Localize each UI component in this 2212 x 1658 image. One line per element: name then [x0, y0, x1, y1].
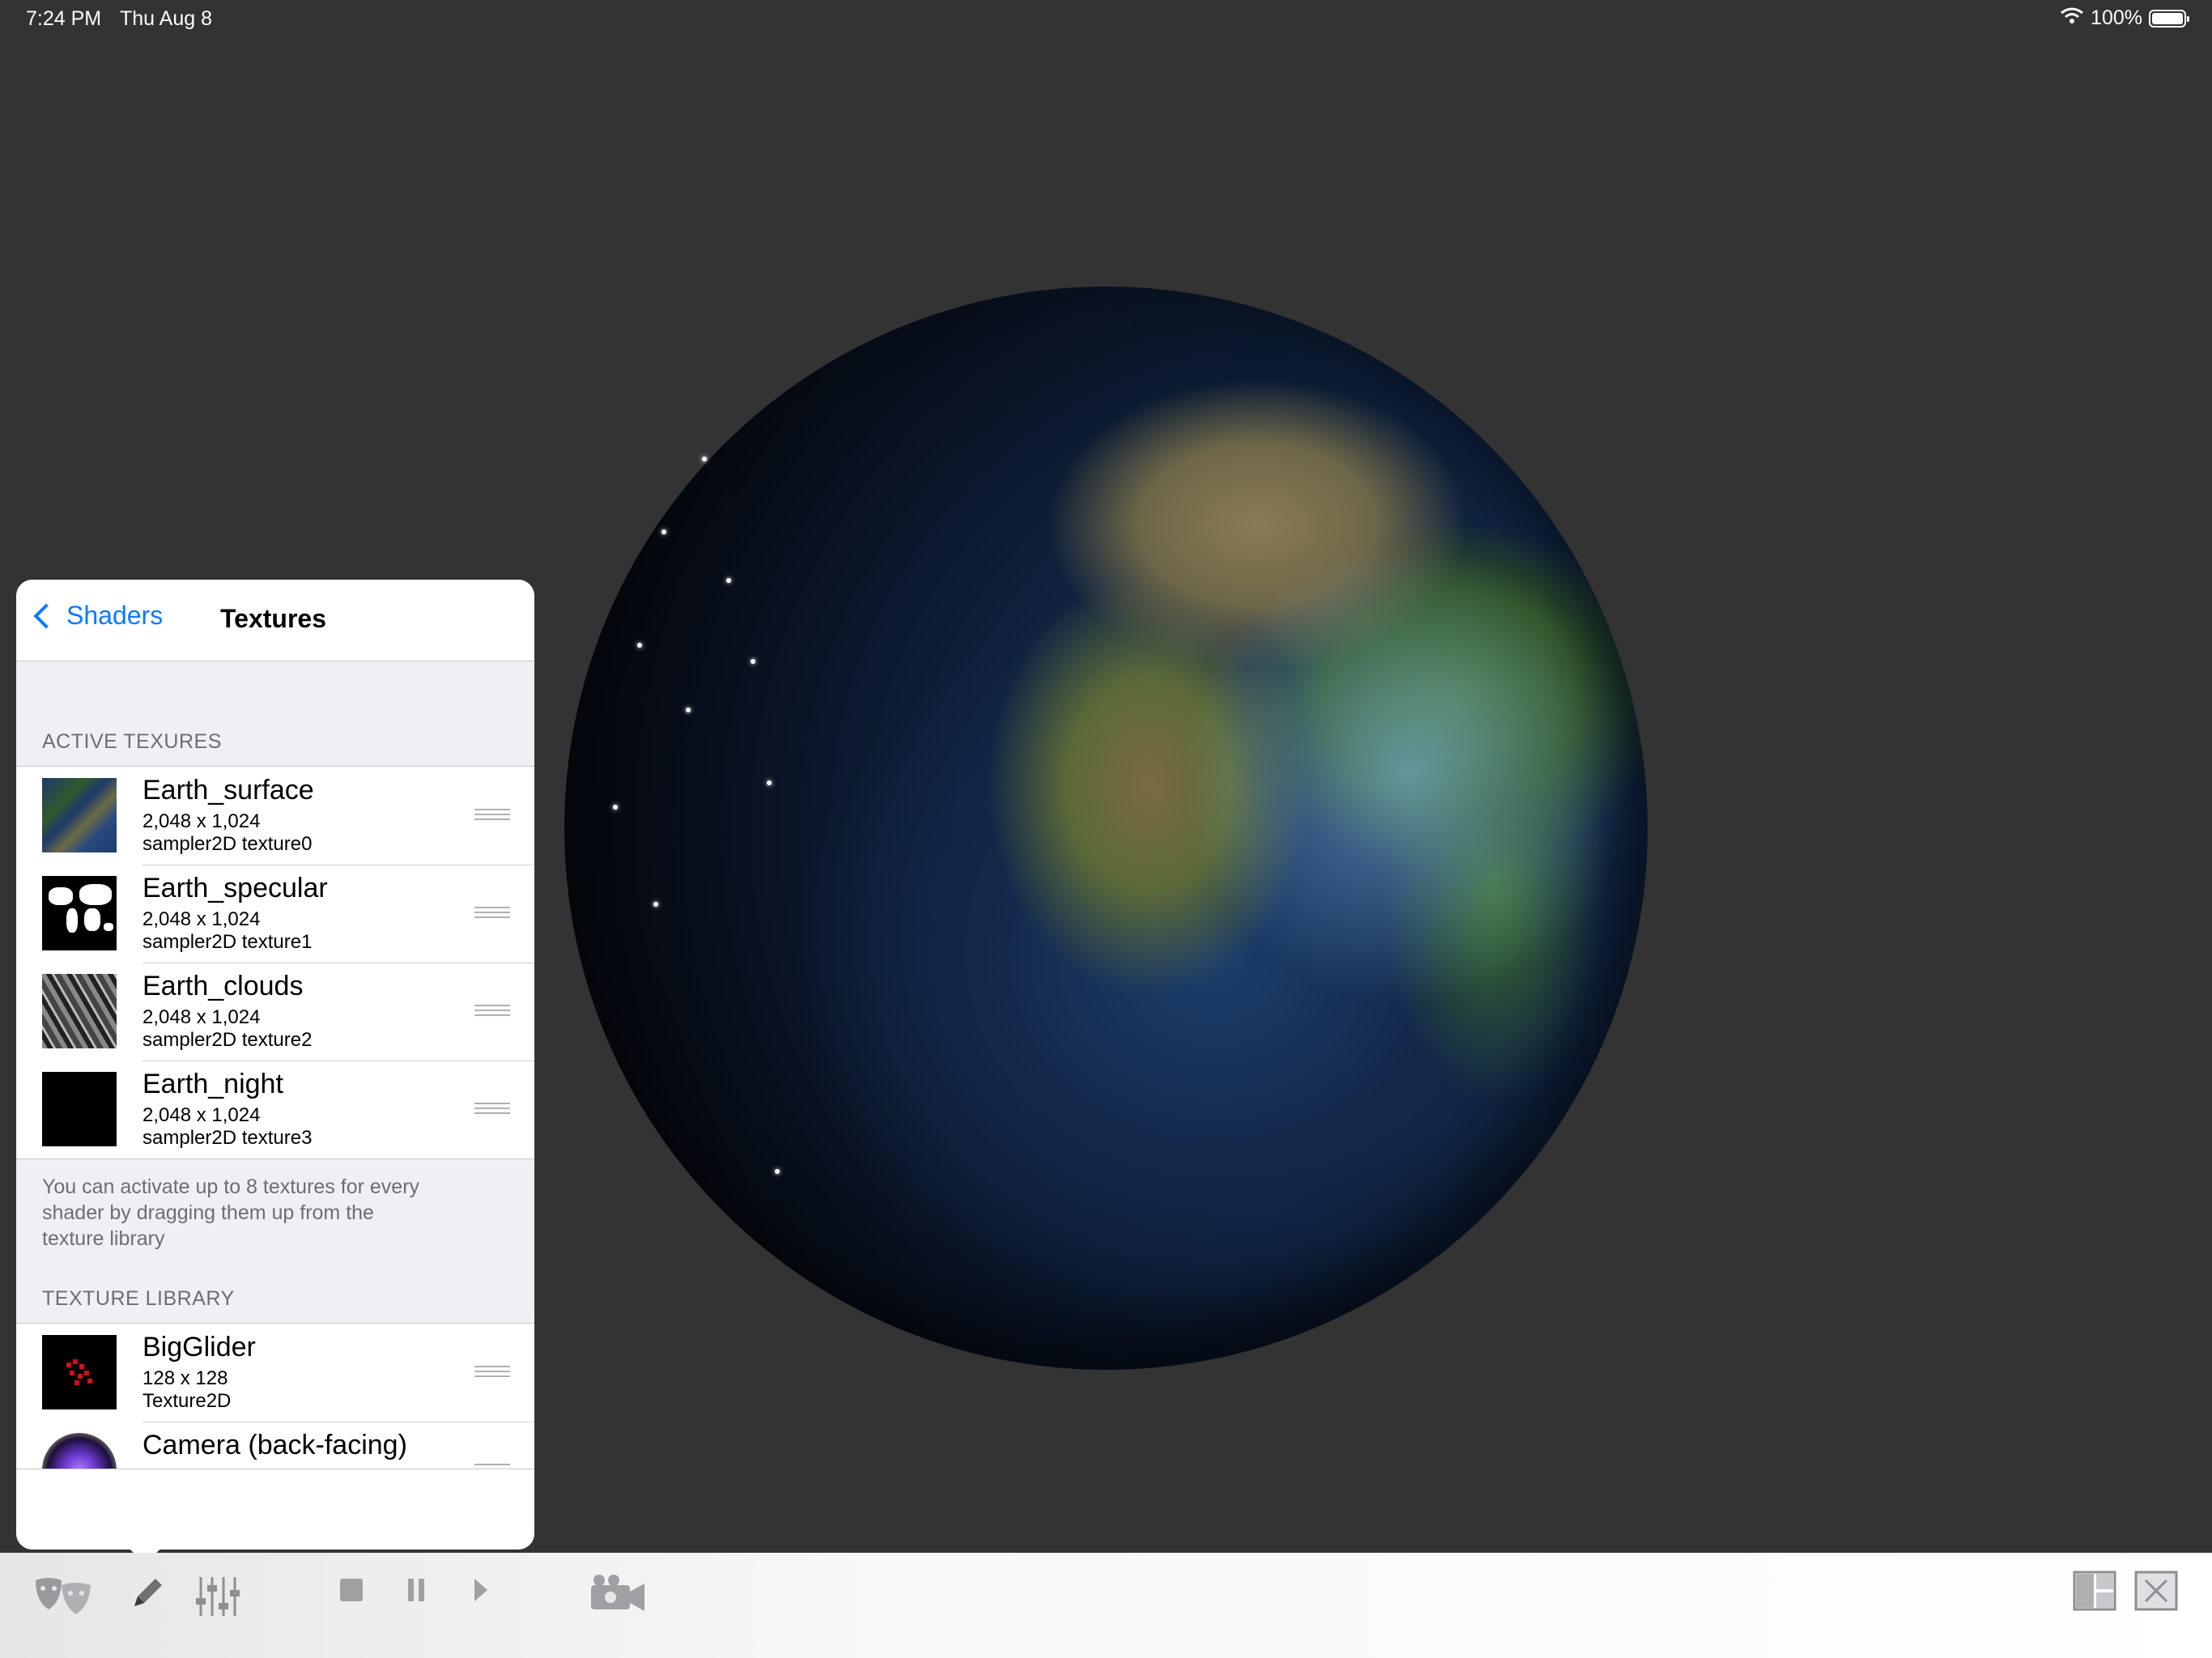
texture-dimensions: 2,048 x 1,024 [143, 1006, 261, 1028]
back-button-label: Shaders [66, 601, 164, 630]
texture-row[interactable]: Earth_night 2,048 x 1,024 sampler2D text… [16, 1061, 534, 1158]
bottom-toolbar [0, 1553, 2212, 1658]
texture-sampler: sampler2D texture0 [143, 833, 313, 855]
city-light [653, 902, 658, 907]
texture-sampler: sampler2D texture1 [143, 931, 313, 953]
stop-icon[interactable] [338, 1577, 364, 1603]
theater-masks-icon[interactable] [32, 1574, 94, 1619]
reorder-handle-icon[interactable] [474, 907, 510, 920]
status-right: 100% [2060, 6, 2189, 30]
active-textures-header: ACTIVE TEXURES [42, 730, 222, 753]
status-bar: 7:24 PM Thu Aug 8 100% [0, 0, 2212, 39]
texture-thumbnail [42, 876, 117, 950]
city-light [637, 643, 642, 648]
video-camera-icon[interactable] [588, 1574, 646, 1614]
texture-library-list: BigGlider 128 x 128 Texture2D Camera (ba… [16, 1323, 534, 1469]
texture-library-header: TEXTURE LIBRARY [42, 1287, 235, 1310]
texture-name: BigGlider [143, 1332, 256, 1363]
status-time: 7:24 PM [26, 7, 102, 30]
texture-name: Earth_night [143, 1069, 283, 1099]
textures-panel: Shaders Textures ACTIVE TEXURES Earth_su… [16, 580, 534, 1550]
library-row[interactable]: BigGlider 128 x 128 Texture2D [16, 1324, 534, 1422]
texture-row[interactable]: Earth_clouds 2,048 x 1,024 sampler2D tex… [16, 963, 534, 1061]
reorder-handle-icon[interactable] [474, 1366, 510, 1379]
panel-title: Textures [220, 604, 327, 633]
status-date: Thu Aug 8 [120, 7, 212, 30]
texture-sampler: sampler2D texture3 [143, 1127, 313, 1149]
city-light [613, 805, 618, 810]
sliders-icon[interactable] [194, 1574, 240, 1619]
city-light [726, 578, 731, 583]
battery-percent: 100% [2091, 6, 2142, 29]
texture-thumbnail [42, 1335, 117, 1409]
reorder-handle-icon[interactable] [474, 1103, 510, 1116]
city-light [775, 1169, 780, 1174]
texture-name: Earth_specular [143, 873, 328, 903]
texture-row[interactable]: Earth_specular 2,048 x 1,024 sampler2D t… [16, 865, 534, 963]
camera-thumbnail [42, 1433, 117, 1469]
panel-header: Shaders Textures [16, 580, 534, 661]
textures-footer-note: You can activate up to 8 textures for ev… [42, 1175, 420, 1250]
texture-thumbnail [42, 1072, 117, 1146]
texture-dimensions: 2,048 x 1,024 [143, 1104, 261, 1126]
city-light [702, 457, 707, 461]
library-row[interactable]: Camera (back-facing) [16, 1422, 534, 1469]
wifi-icon [2060, 6, 2084, 30]
city-light [686, 708, 691, 712]
texture-name: Camera (back-facing) [143, 1430, 407, 1460]
layout-icon[interactable] [2073, 1571, 2116, 1611]
texture-thumbnail [42, 974, 117, 1048]
pencil-icon[interactable] [128, 1574, 167, 1613]
battery-icon [2149, 9, 2189, 28]
texture-sampler: sampler2D texture2 [143, 1029, 313, 1051]
chevron-left-icon [33, 602, 59, 629]
city-light [751, 659, 755, 664]
texture-dimensions: 2,048 x 1,024 [143, 908, 261, 930]
reorder-handle-icon[interactable] [474, 1005, 510, 1018]
texture-name: Earth_surface [143, 775, 314, 806]
earth-globe[interactable] [564, 287, 1648, 1370]
city-light [661, 529, 666, 534]
close-window-icon[interactable] [2134, 1571, 2178, 1611]
texture-name: Earth_clouds [143, 971, 304, 1001]
active-textures-list: Earth_surface 2,048 x 1,024 sampler2D te… [16, 766, 534, 1159]
texture-dimensions: 2,048 x 1,024 [143, 810, 261, 832]
texture-thumbnail [42, 778, 117, 852]
play-icon[interactable] [471, 1577, 491, 1603]
reorder-handle-icon[interactable] [474, 809, 510, 822]
pause-icon[interactable] [405, 1577, 428, 1603]
texture-row[interactable]: Earth_surface 2,048 x 1,024 sampler2D te… [16, 767, 534, 865]
panel-bottom-area [16, 1469, 534, 1550]
back-button[interactable]: Shaders [29, 601, 163, 631]
texture-sampler: Texture2D [143, 1390, 232, 1412]
city-light [767, 780, 772, 785]
texture-dimensions: 128 x 128 [143, 1367, 228, 1389]
